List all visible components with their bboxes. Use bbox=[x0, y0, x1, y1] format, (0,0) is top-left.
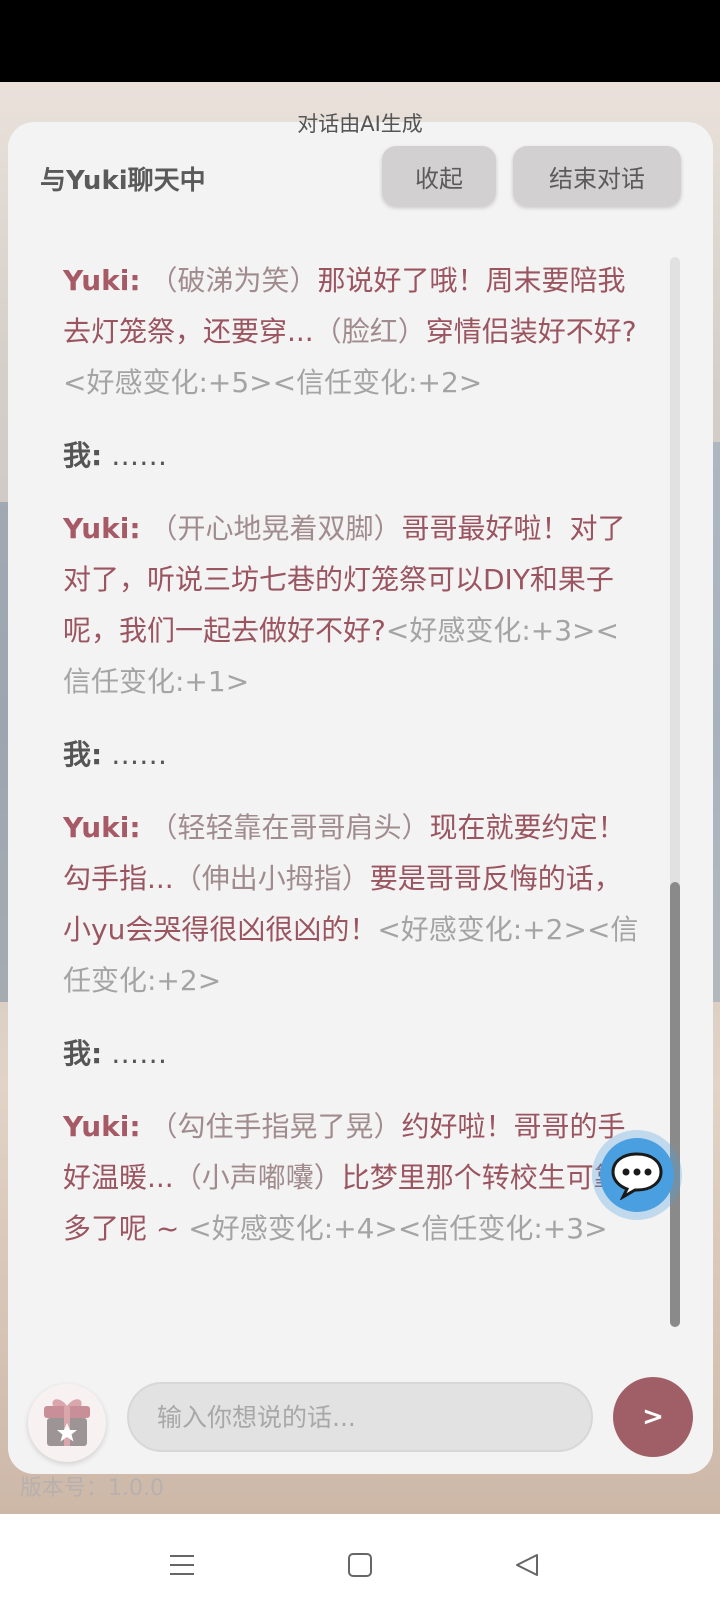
scrollbar-thumb[interactable] bbox=[670, 882, 680, 1327]
message-list: Yuki: （破涕为笑）那说好了哦！周末要陪我去灯笼祭，还要穿...（脸红）穿情… bbox=[63, 255, 643, 1276]
message-text: …… bbox=[111, 738, 168, 771]
message-action: （破涕为笑） bbox=[149, 264, 318, 297]
chat-float-button[interactable] bbox=[600, 1138, 674, 1212]
back-triangle-icon bbox=[516, 1554, 538, 1576]
message-speaker: 我: bbox=[63, 738, 103, 771]
collapse-button[interactable]: 收起 bbox=[382, 146, 496, 206]
message-speaker: Yuki: bbox=[63, 512, 141, 545]
message-me: 我: …… bbox=[63, 430, 643, 481]
message-yuki: Yuki: （开心地晃着双脚）哥哥最好啦！对了对了，听说三坊七巷的灯笼祭可以DI… bbox=[63, 503, 643, 707]
message-input-wrapper[interactable] bbox=[127, 1382, 593, 1452]
message-speaker: 我: bbox=[63, 439, 103, 472]
message-speaker: Yuki: bbox=[63, 264, 141, 297]
version-label: 版本号：1.0.0 bbox=[20, 1476, 164, 1501]
nav-home-button[interactable] bbox=[340, 1545, 380, 1585]
message-action: （轻轻靠在哥哥肩头） bbox=[149, 811, 430, 844]
nav-menu-button[interactable] bbox=[162, 1545, 202, 1585]
home-square-icon bbox=[348, 1553, 372, 1577]
chat-title: 与Yuki聊天中 bbox=[40, 166, 206, 196]
message-me: 我: …… bbox=[63, 1028, 643, 1079]
message-yuki: Yuki: （破涕为笑）那说好了哦！周末要陪我去灯笼祭，还要穿...（脸红）穿情… bbox=[63, 255, 643, 408]
status-bar bbox=[0, 0, 720, 82]
gift-icon bbox=[44, 1399, 90, 1446]
nav-back-button[interactable] bbox=[507, 1545, 547, 1585]
send-button[interactable]: > bbox=[613, 1377, 693, 1457]
affection-tag: <好感变化:+4><信任变化:+3> bbox=[188, 1212, 608, 1245]
message-yuki: Yuki: （轻轻靠在哥哥肩头）现在就要约定！勾手指...（伸出小拇指）要是哥哥… bbox=[63, 802, 643, 1006]
message-speaker: Yuki: bbox=[63, 811, 141, 844]
message-action: （脸红） bbox=[313, 315, 426, 348]
message-action: （小声嘟囔） bbox=[173, 1161, 342, 1194]
message-action: （伸出小拇指） bbox=[173, 862, 370, 895]
end-chat-button[interactable]: 结束对话 bbox=[513, 146, 681, 206]
message-action: （勾住手指晃了晃） bbox=[149, 1110, 402, 1143]
gift-button[interactable] bbox=[28, 1384, 106, 1462]
message-input[interactable] bbox=[129, 1384, 591, 1450]
message-text: …… bbox=[111, 439, 168, 472]
affection-tag: <好感变化:+5><信任变化:+2> bbox=[63, 366, 483, 399]
message-speaker: 我: bbox=[63, 1037, 103, 1070]
message-text: 穿情侣装好不好? bbox=[425, 315, 637, 348]
message-text: …… bbox=[111, 1037, 168, 1070]
message-yuki: Yuki: （勾住手指晃了晃）约好啦！哥哥的手好温暖...（小声嘟囔）比梦里那个… bbox=[63, 1101, 643, 1254]
message-action: （开心地晃着双脚） bbox=[149, 512, 402, 545]
message-speaker: Yuki: bbox=[63, 1110, 141, 1143]
message-me: 我: …… bbox=[63, 729, 643, 780]
ai-generated-note: 对话由AI生成 bbox=[297, 112, 423, 136]
chat-bubble-icon bbox=[611, 1152, 663, 1200]
menu-icon bbox=[170, 1555, 194, 1575]
